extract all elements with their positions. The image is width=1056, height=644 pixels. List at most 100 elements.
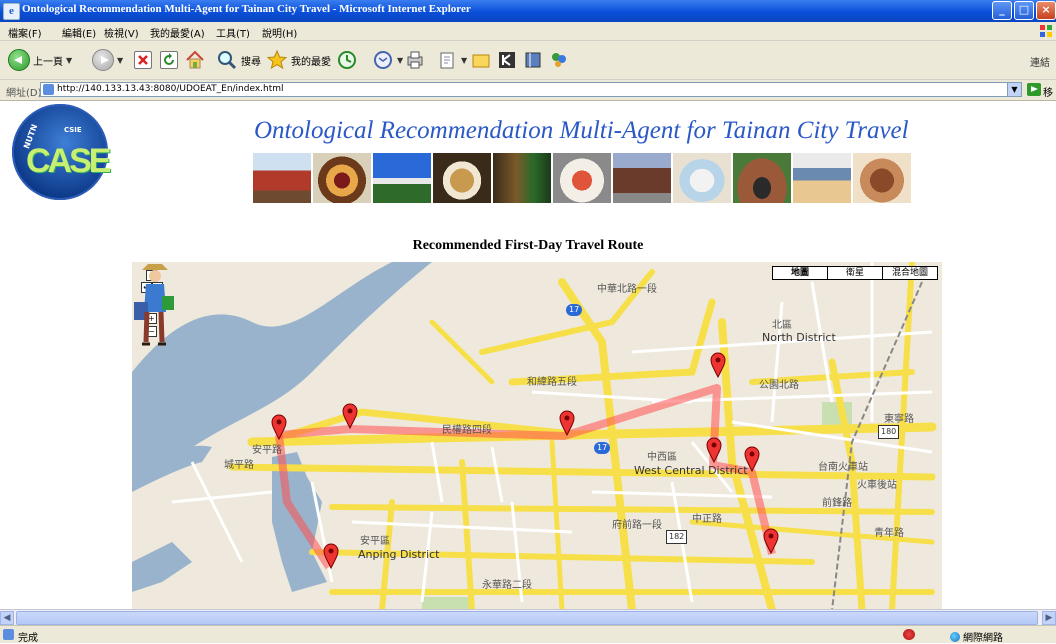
popup-blocked-icon[interactable]: [903, 629, 915, 640]
map-pin-marker[interactable]: [559, 410, 575, 436]
msn-button[interactable]: [548, 48, 570, 72]
case-logo: NUTN CSIE CASE: [12, 104, 111, 200]
history-icon: [338, 51, 356, 69]
edit-page-icon: [440, 52, 454, 69]
minimize-button[interactable]: _: [992, 1, 1012, 20]
stop-icon: [134, 51, 152, 69]
label-road-qingnian: 青年路: [874, 528, 904, 539]
label-road-hewei: 和緯路五段: [527, 377, 577, 388]
label-road-zhonghua: 中華北路一段: [597, 284, 657, 295]
menu-edit[interactable]: 編輯(E): [62, 25, 96, 40]
photo-banner: [253, 153, 911, 203]
chevron-down-icon[interactable]: ▼: [461, 56, 467, 65]
refresh-icon: [160, 51, 178, 69]
label-road-yonghua: 永華路二段: [482, 580, 532, 591]
search-button[interactable]: 搜尋: [216, 48, 261, 72]
msn-buddy-icon: [552, 53, 566, 67]
stop-button[interactable]: [134, 48, 152, 72]
route-title: Recommended First-Day Travel Route: [412, 238, 644, 253]
forward-arrow-icon: [92, 49, 114, 71]
address-url[interactable]: http://140.133.13.43:8080/UDOEAT_En/inde…: [57, 84, 284, 94]
home-button[interactable]: [184, 48, 206, 72]
forward-button[interactable]: ▼: [92, 48, 123, 72]
map-pin-marker[interactable]: [323, 543, 339, 569]
label-road-qianfeng: 前鋒路: [822, 498, 852, 509]
back-button[interactable]: 上一頁 ▼: [8, 48, 72, 72]
map-pin-marker[interactable]: [763, 528, 779, 554]
logo-case-text: CASE: [26, 142, 111, 180]
page-icon: [43, 84, 54, 95]
map-type-map[interactable]: 地圖: [772, 266, 828, 280]
menu-file[interactable]: 檔案(F): [8, 25, 42, 40]
menu-help[interactable]: 說明(H): [262, 25, 297, 40]
menu-view[interactable]: 檢視(V): [104, 25, 139, 40]
favorites-label: 我的最愛: [291, 56, 331, 68]
label-road-gongyuan: 公園北路: [759, 380, 799, 391]
search-icon: [218, 51, 237, 70]
label-road-anping: 安平路: [252, 445, 282, 456]
horizontal-scrollbar[interactable]: ◀ ▶: [0, 609, 1056, 626]
menu-tools[interactable]: 工具(T): [216, 25, 250, 40]
home-icon: [186, 50, 204, 69]
photo-meat: [853, 153, 911, 203]
toolbar: 上一頁 ▼ ▼ 搜尋 我的最愛 ▼ ▼ 連結: [0, 41, 1056, 80]
star-icon: [266, 49, 288, 70]
photo-temple: [253, 153, 311, 203]
menu-favorites[interactable]: 我的最愛(A): [150, 25, 205, 40]
map-type-satellite[interactable]: 衛星: [827, 266, 883, 280]
scroll-right-icon[interactable]: ▶: [1042, 611, 1056, 625]
traveler-figure-icon: [134, 264, 174, 346]
map-pin-marker[interactable]: [706, 437, 722, 463]
discuss-button[interactable]: [470, 48, 492, 72]
photo-shrine: [493, 153, 551, 203]
close-button[interactable]: ×: [1036, 1, 1056, 20]
refresh-button[interactable]: [160, 48, 178, 72]
address-label: 網址(D): [6, 88, 42, 99]
photo-coffin-bread: [673, 153, 731, 203]
go-arrow-icon[interactable]: [1027, 83, 1041, 96]
chevron-down-icon[interactable]: ▼: [66, 56, 72, 65]
web-page: NUTN CSIE CASE Ontological Recommendatio…: [0, 101, 1056, 609]
address-input[interactable]: http://140.133.13.43:8080/UDOEAT_En/inde…: [40, 82, 1022, 97]
print-button[interactable]: [404, 48, 426, 72]
ie-app-icon[interactable]: e: [3, 3, 20, 20]
map-pin-marker[interactable]: [710, 352, 726, 378]
scroll-thumb[interactable]: [16, 611, 1038, 625]
menu-bar: 檔案(F) 編輯(E) 檢視(V) 我的最愛(A) 工具(T) 說明(H): [0, 22, 1056, 41]
print-icon: [407, 51, 423, 69]
edit-button[interactable]: ▼: [436, 48, 467, 72]
page-done-icon: [3, 629, 14, 640]
research-button[interactable]: [522, 48, 544, 72]
maximize-button[interactable]: □: [1014, 1, 1034, 20]
links-label[interactable]: 連結: [1030, 54, 1050, 69]
logo-csie-text: CSIE: [64, 126, 82, 134]
map-pin-marker[interactable]: [744, 446, 760, 472]
label-westcentral-en: West Central District: [634, 464, 748, 477]
windows-flag-icon: [1040, 25, 1052, 37]
back-arrow-icon: [8, 49, 30, 71]
photo-archway: [733, 153, 791, 203]
zone-label: 網際網路: [963, 633, 1003, 644]
google-map[interactable]: ↑ ← → ↓ + − 地圖 衛星 混合地圖 北區 North District…: [132, 262, 942, 609]
label-road-minquan: 民權路四段: [442, 425, 492, 436]
site-title: Ontological Recommendation Multi-Agent f…: [254, 117, 909, 144]
label-north-en: North District: [762, 331, 836, 344]
chevron-down-icon[interactable]: ▼: [117, 56, 123, 65]
messenger-button[interactable]: [496, 48, 518, 72]
mail-button[interactable]: ▼: [372, 48, 403, 72]
label-road-zhongzheng: 中正路: [692, 514, 722, 525]
label-station: 台南火車站: [818, 462, 868, 473]
scroll-left-icon[interactable]: ◀: [0, 611, 14, 625]
folder-icon: [472, 54, 490, 68]
favorites-button[interactable]: 我的最愛: [266, 48, 331, 72]
map-pin-marker[interactable]: [271, 414, 287, 440]
window-title-bar[interactable]: e Ontological Recommendation Multi-Agent…: [0, 0, 1056, 22]
map-type-hybrid[interactable]: 混合地圖: [882, 266, 938, 280]
address-dropdown-icon[interactable]: ▼: [1007, 83, 1021, 96]
label-anping-zh: 安平區: [360, 536, 390, 547]
window-title: Ontological Recommendation Multi-Agent f…: [22, 3, 471, 15]
chevron-down-icon[interactable]: ▼: [397, 56, 403, 65]
history-button[interactable]: [336, 48, 358, 72]
photo-dish: [553, 153, 611, 203]
map-pin-marker[interactable]: [342, 403, 358, 429]
